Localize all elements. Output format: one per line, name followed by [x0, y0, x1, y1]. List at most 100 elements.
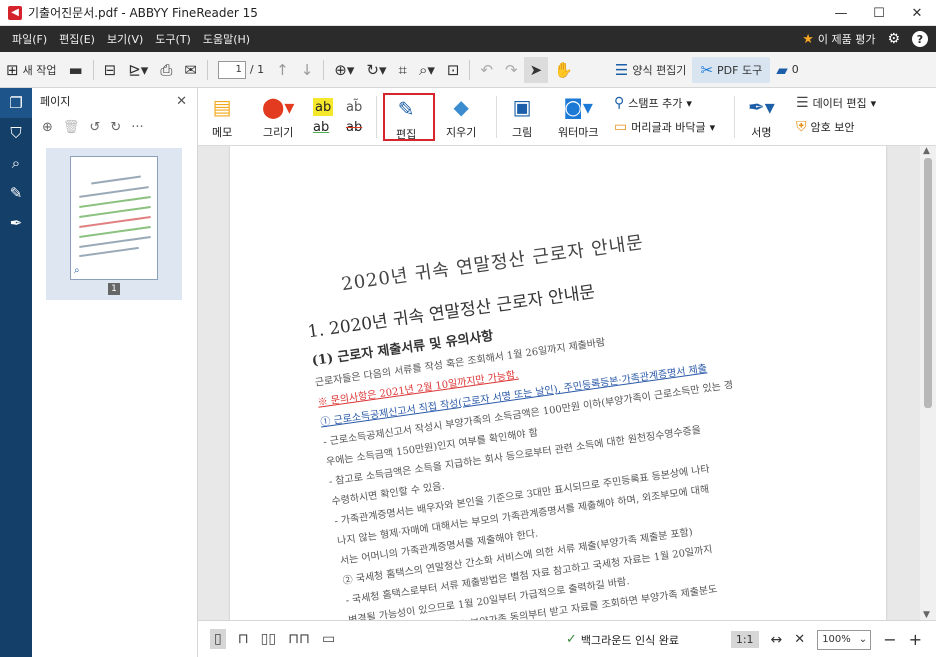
help-icon[interactable]: ?: [912, 31, 928, 47]
edit-button[interactable]: ✎ 편집: [396, 96, 416, 142]
draw-label: 그리기: [263, 126, 294, 139]
vertical-scrollbar[interactable]: ▲ ▼: [920, 146, 936, 620]
stamp-add-button[interactable]: ⚲ 스탬프 추가 ▾: [614, 95, 692, 111]
zoom-in-icon[interactable]: +: [909, 630, 922, 649]
presentation-view-icon[interactable]: ▭: [322, 631, 335, 647]
maximize-button[interactable]: ☐: [860, 0, 898, 26]
draw-shape-icon: ⬤▾: [262, 95, 295, 119]
search-nav-icon[interactable]: ⌕: [0, 148, 32, 178]
add-page-button[interactable]: ⊕▾: [328, 57, 360, 83]
image-button[interactable]: ▣ 그림: [512, 94, 532, 140]
rotate-button[interactable]: ↻▾: [360, 57, 392, 83]
page-thumbnail-item[interactable]: ⌕ 1: [46, 148, 182, 300]
document-view[interactable]: 2020년 귀속 연말정산 근로자 안내문 1. 2020년 귀속 연말정산 근…: [198, 146, 920, 620]
fit-width-icon[interactable]: ↔: [771, 632, 783, 648]
ribbon-divider: [376, 96, 377, 138]
header-footer-button[interactable]: ▭ 머리글과 바닥글 ▾: [614, 119, 715, 135]
continuous-view-icon[interactable]: ⊓: [238, 631, 249, 647]
menu-edit[interactable]: 편집(E): [53, 31, 101, 47]
toolbar-divider: [206, 59, 208, 80]
password-security-button[interactable]: ⛨ 암호 보안: [796, 119, 854, 135]
image-enhance-button[interactable]: ⌕▾: [413, 57, 441, 83]
select-tool-button[interactable]: ➤: [523, 56, 549, 83]
prev-page-button[interactable]: ↑: [270, 57, 295, 83]
scanned-text-block: 2020년 귀속 연말정산 근로자 안내문 1. 2020년 귀속 연말정산 근…: [300, 198, 886, 620]
settings-gear-icon[interactable]: ⚙: [887, 31, 900, 47]
fit-page-icon[interactable]: ✕: [794, 632, 805, 647]
erase-label: 지우기: [446, 126, 477, 139]
data-edit-label: 데이터 편집: [812, 97, 867, 110]
two-page-continuous-icon[interactable]: ⊓⊓: [288, 631, 310, 647]
menu-help[interactable]: 도움말(H): [197, 31, 256, 47]
menu-view[interactable]: 보기(V): [101, 31, 149, 47]
next-page-button[interactable]: ↓: [295, 57, 320, 83]
comments-button[interactable]: ▰ 0: [770, 57, 805, 83]
pdf-tools-button[interactable]: ✂ PDF 도구: [692, 56, 771, 83]
arrow-down-icon: ↓: [300, 60, 314, 79]
attachment-nav-icon[interactable]: ✎: [0, 178, 32, 208]
undo-button[interactable]: ↶: [474, 57, 499, 83]
print-button[interactable]: ⎙: [154, 57, 178, 83]
more-options-icon[interactable]: ···: [131, 120, 143, 135]
crop-icon: ⌗: [398, 60, 407, 79]
add-page-icon[interactable]: ⊕: [42, 120, 53, 135]
form-editor-button[interactable]: ☰ 양식 편집기: [609, 57, 693, 83]
hand-tool-button[interactable]: ✋: [548, 57, 579, 83]
open-button[interactable]: ▬: [62, 57, 88, 83]
pages-panel-toolbar: ⊕ 🗑 ↺ ↻ ···: [32, 114, 197, 140]
zoom-select[interactable]: 100% ⌄: [817, 629, 872, 650]
redo-icon: ↷: [505, 60, 518, 79]
watermark-button[interactable]: ◙▾ 워터마크: [558, 94, 598, 140]
highlight-button[interactable]: ab: [313, 94, 334, 116]
single-page-view-icon[interactable]: ▯: [210, 629, 226, 649]
replace-text-button[interactable]: ab̃: [346, 94, 362, 116]
underline-button[interactable]: ab: [313, 118, 329, 136]
memo-button[interactable]: ▤ 메모: [212, 94, 232, 140]
redo-button[interactable]: ↷: [499, 57, 524, 83]
close-panel-icon[interactable]: ✕: [176, 94, 187, 109]
menu-tools[interactable]: 도구(T): [149, 31, 197, 47]
pages-nav-icon[interactable]: ❐: [0, 88, 32, 118]
document-page[interactable]: 2020년 귀속 연말정산 근로자 안내문 1. 2020년 귀속 연말정산 근…: [230, 146, 886, 620]
zoom-value: 100%: [822, 634, 851, 645]
menu-file[interactable]: 파일(F): [6, 31, 53, 47]
new-task-button[interactable]: ⊞ 새 작업: [0, 57, 62, 83]
recognition-status-label: 백그라운드 인식 완료: [580, 633, 679, 647]
scroll-up-icon[interactable]: ▲: [923, 146, 930, 156]
save-as-button[interactable]: ⊵▾: [122, 57, 154, 83]
page-number-input[interactable]: 1: [217, 60, 246, 79]
zoom-out-icon[interactable]: −: [883, 630, 896, 649]
minimize-button[interactable]: —: [822, 0, 860, 26]
image-label: 그림: [512, 126, 533, 139]
data-edit-button[interactable]: ☰ 데이터 편집 ▾: [796, 95, 876, 111]
crop-button[interactable]: ⌗: [392, 57, 412, 83]
scroll-down-icon[interactable]: ▼: [923, 610, 930, 620]
page-thumbnail[interactable]: ⌕: [70, 156, 158, 280]
close-button[interactable]: ✕: [898, 0, 936, 26]
scrollbar-thumb[interactable]: [924, 158, 932, 408]
strikethrough-button[interactable]: ab: [346, 118, 362, 136]
password-security-label: 암호 보안: [810, 121, 855, 134]
signature-nav-icon[interactable]: ✒: [0, 208, 32, 238]
save-button[interactable]: ⊟: [98, 57, 123, 83]
thumbnail-text-line: [79, 235, 151, 249]
printer-icon: ⎙: [160, 60, 173, 79]
actual-size-button[interactable]: 1:1: [730, 631, 759, 648]
folder-icon: ▬: [68, 60, 83, 79]
rotate-right-icon[interactable]: ↻: [110, 120, 121, 135]
rate-product-button[interactable]: ★ 이 제품 평가: [802, 31, 875, 47]
memo-label: 메모: [212, 126, 233, 139]
signature-label: 서명: [751, 126, 772, 139]
two-page-view-icon[interactable]: ▯▯: [261, 631, 276, 647]
replace-text-icon: ab̃: [346, 99, 363, 115]
erase-button[interactable]: ◆ 지우기: [446, 94, 476, 140]
draw-button[interactable]: ⬤▾ 그리기: [262, 94, 294, 140]
chevron-down-icon: ⌄: [858, 634, 868, 645]
rotate-left-icon[interactable]: ↺: [89, 120, 100, 135]
recognize-button[interactable]: ⊡: [441, 57, 466, 83]
signature-button[interactable]: ✒▾ 서명: [748, 94, 775, 140]
bookmark-nav-icon[interactable]: ⛉: [0, 118, 32, 148]
delete-page-icon[interactable]: 🗑: [63, 120, 80, 135]
ribbon-divider: [496, 96, 497, 138]
email-button[interactable]: ✉: [178, 57, 203, 83]
